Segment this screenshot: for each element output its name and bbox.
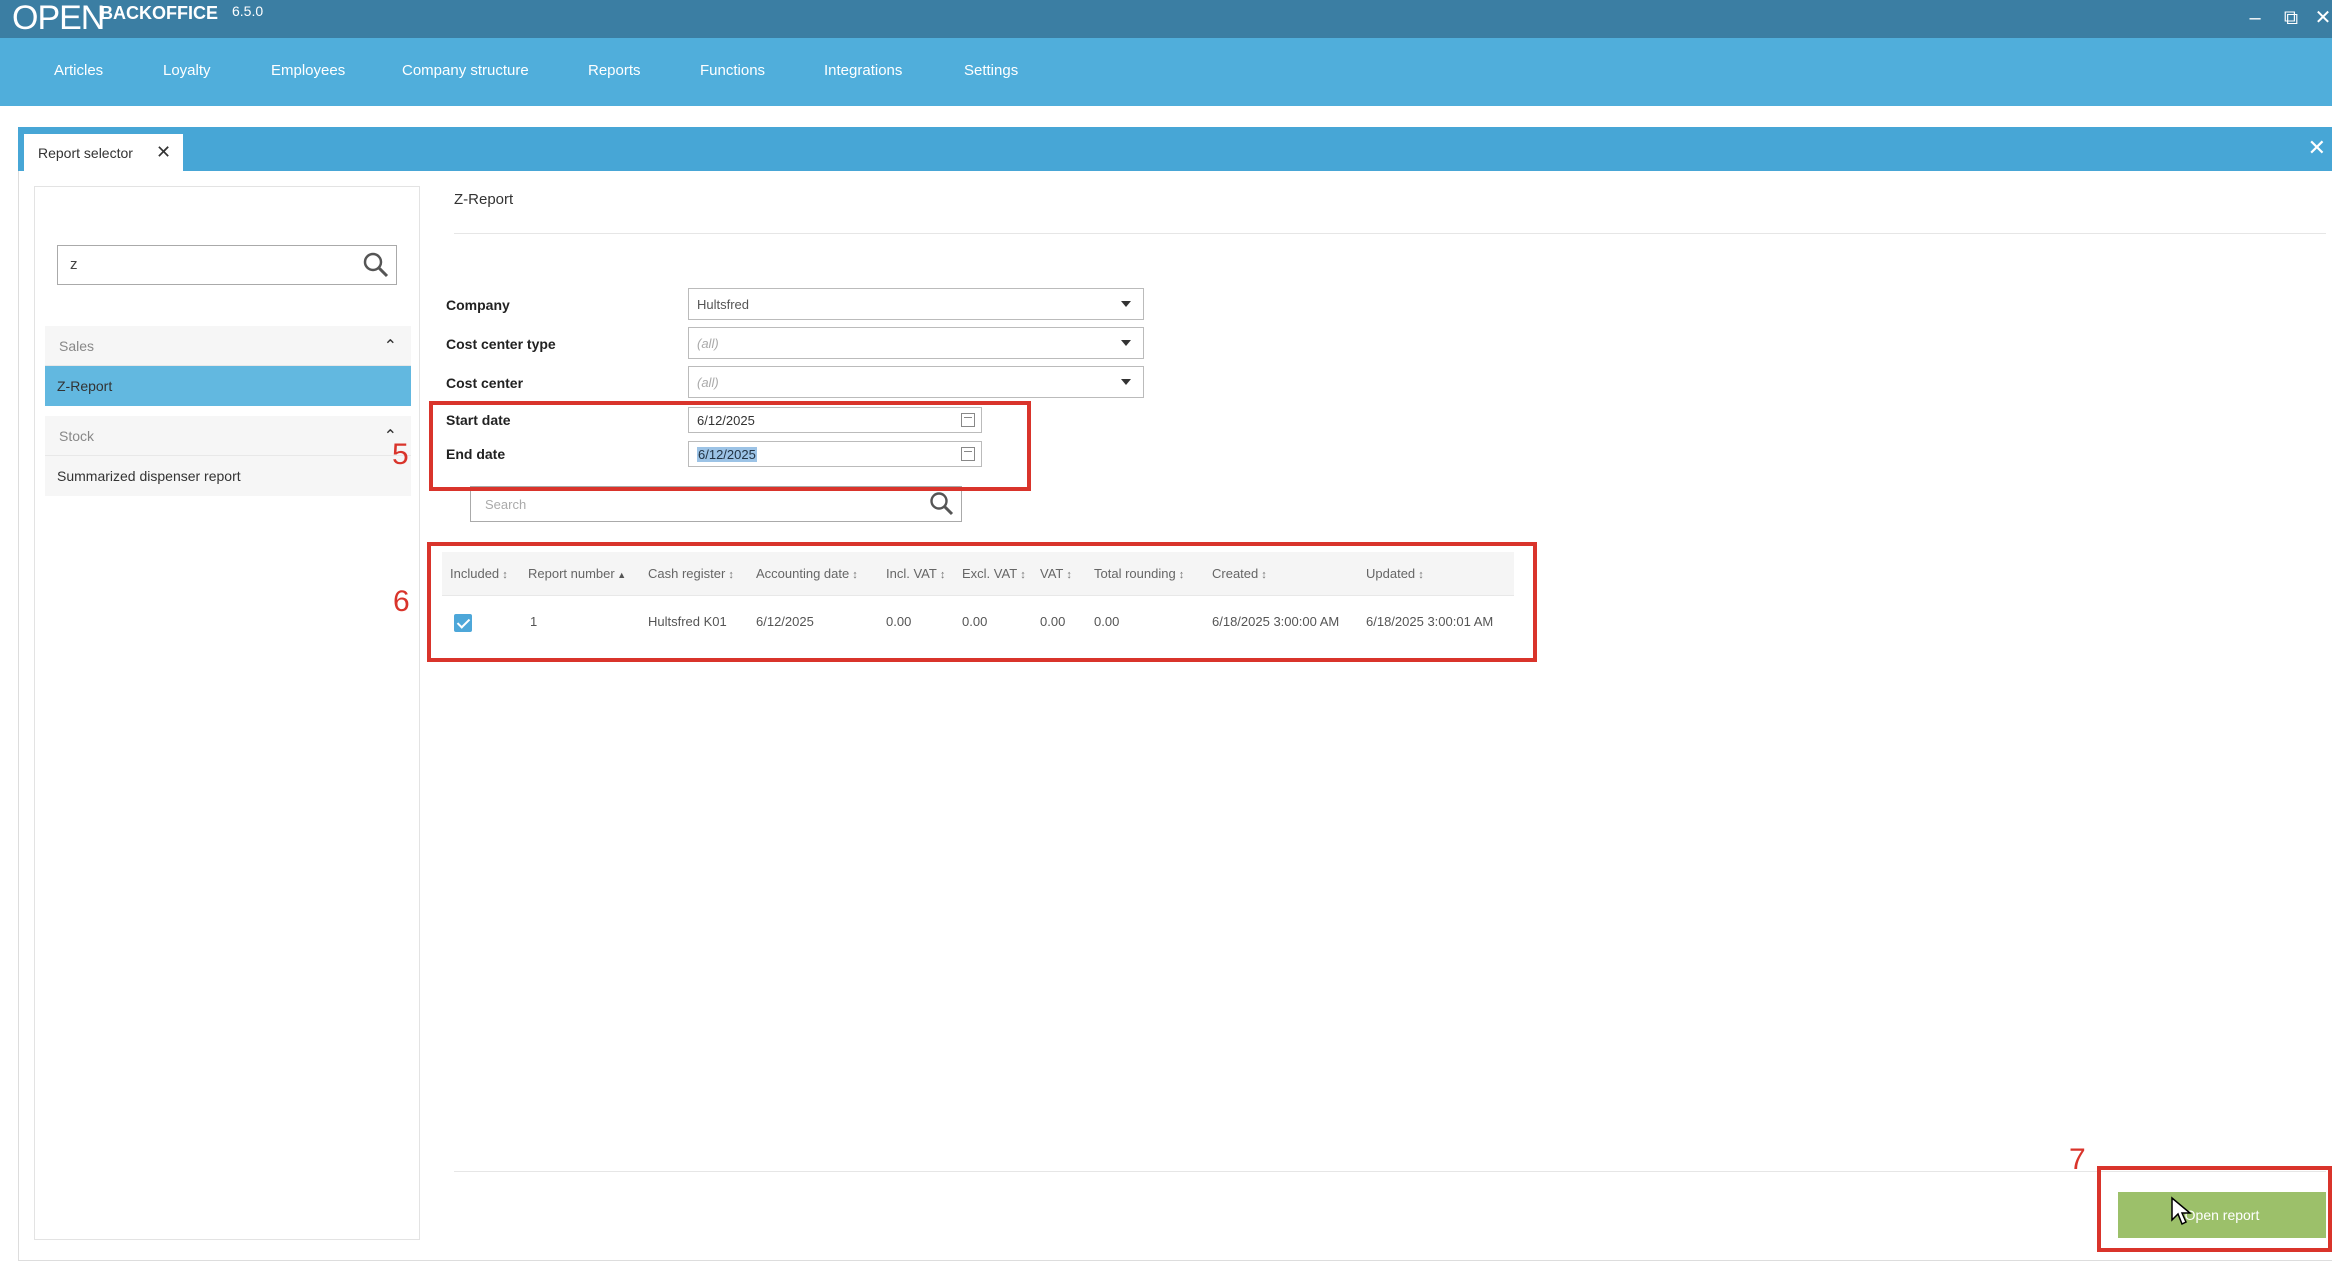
nav-settings[interactable]: Settings	[964, 62, 1018, 79]
cost-center-value: (all)	[697, 375, 719, 390]
app-logo: OPEN	[12, 0, 105, 37]
app-name: BACKOFFICE	[100, 3, 218, 23]
group-label: Stock	[59, 428, 95, 444]
sidebar-item-label: Summarized dispenser report	[57, 468, 241, 484]
dropdown-arrow-icon	[1121, 301, 1131, 307]
highlight-box-grid	[427, 542, 1537, 662]
annotation-number: 6	[393, 585, 410, 618]
search-icon[interactable]	[929, 491, 955, 517]
report-list-sidebar: z Sales ⌃ Z-Report Stock ⌃ Summarized di…	[34, 186, 420, 1240]
nav-loyalty[interactable]: Loyalty	[163, 62, 211, 79]
restore-icon[interactable]: ⧉	[2278, 6, 2304, 32]
cost-center-label: Cost center	[446, 375, 524, 391]
app-version: 6.5.0	[232, 3, 264, 19]
divider	[454, 233, 2326, 234]
group-label: Sales	[59, 338, 95, 354]
close-icon[interactable]: ✕	[156, 142, 171, 163]
nav-articles[interactable]: Articles	[54, 62, 103, 79]
search-icon[interactable]	[362, 251, 390, 279]
nav-reports[interactable]: Reports	[588, 62, 641, 79]
dropdown-arrow-icon	[1121, 340, 1131, 346]
company-select[interactable]: Hultsfred	[688, 288, 1144, 320]
tab-label: Report selector	[38, 145, 133, 161]
tab-strip: Report selector ✕ ✕	[18, 127, 2332, 171]
highlight-box-dates	[429, 401, 1031, 491]
annotation-number: 5	[392, 438, 409, 471]
nav-functions[interactable]: Functions	[700, 62, 765, 79]
group-stock[interactable]: Stock ⌃	[45, 416, 411, 456]
sidebar-item-summarized-dispenser-report[interactable]: Summarized dispenser report	[45, 456, 411, 496]
nav-employees[interactable]: Employees	[271, 62, 345, 79]
title-bar: OPEN BACKOFFICE 6.5.0 – ⧉ ✕	[0, 0, 2332, 38]
nav-company-structure[interactable]: Company structure	[402, 62, 529, 79]
tab-report-selector[interactable]: Report selector ✕	[24, 134, 183, 171]
dropdown-arrow-icon	[1121, 379, 1131, 385]
divider	[454, 1171, 2326, 1172]
cost-center-select[interactable]: (all)	[688, 366, 1144, 398]
highlight-box-open-report	[2097, 1166, 2332, 1252]
grid-search-input[interactable]: Search	[470, 486, 962, 522]
page-title: Z-Report	[454, 191, 514, 208]
report-search-value: z	[70, 256, 78, 273]
main-navigation: Articles Loyalty Employees Company struc…	[0, 38, 2332, 106]
cost-center-type-value: (all)	[697, 336, 719, 351]
cost-center-type-select[interactable]: (all)	[688, 327, 1144, 359]
chevron-up-icon[interactable]: ⌃	[384, 336, 397, 356]
sidebar-item-z-report[interactable]: Z-Report	[45, 366, 411, 406]
sidebar-item-label: Z-Report	[57, 378, 113, 394]
company-value: Hultsfred	[697, 297, 750, 312]
grid-search-placeholder: Search	[485, 497, 527, 512]
nav-integrations[interactable]: Integrations	[824, 62, 902, 79]
window-close-icon[interactable]: ✕	[2310, 6, 2332, 32]
annotation-number: 7	[2069, 1143, 2086, 1176]
report-search-input[interactable]: z	[57, 245, 397, 285]
company-label: Company	[446, 297, 510, 313]
minimize-icon[interactable]: –	[2242, 6, 2268, 32]
group-sales[interactable]: Sales ⌃	[45, 326, 411, 366]
cost-center-type-label: Cost center type	[446, 336, 556, 352]
panel-close-icon[interactable]: ✕	[2308, 135, 2326, 161]
